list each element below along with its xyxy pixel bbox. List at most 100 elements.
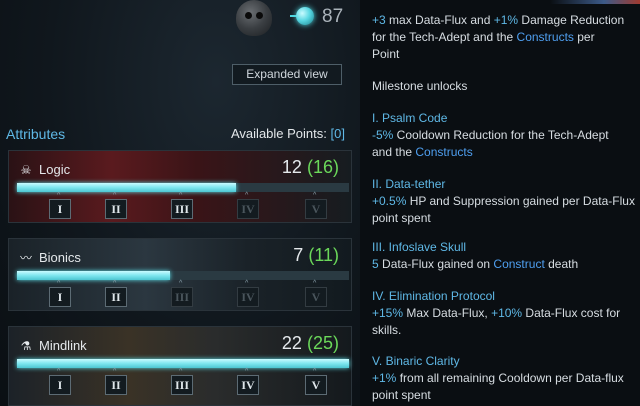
tier-5-button[interactable]: V: [305, 375, 327, 395]
attribute-base-value: 22: [281, 333, 302, 353]
pulse-icon: 〰: [19, 251, 32, 265]
tier-marker-icon: ^: [113, 192, 117, 199]
constructs-link[interactable]: Constructs: [517, 30, 574, 44]
milestone-heading: Milestone unlocks: [372, 79, 468, 93]
detail-text: Max Data-Flux,: [403, 306, 492, 320]
attributes-heading: Attributes: [6, 126, 66, 142]
attribute-carets: ^ ^ ^ ^ ^: [9, 368, 353, 375]
detail-line: +15% Max Data-Flux, +10% Data-Flux cost …: [372, 305, 640, 322]
skull-eye: [245, 12, 252, 19]
attribute-name: Bionics: [39, 250, 81, 265]
attribute-name: Logic: [39, 162, 71, 177]
tier-marker-icon: ^: [57, 192, 61, 199]
detail-value: +1%: [372, 371, 397, 385]
detail-value: +15%: [372, 306, 404, 320]
detail-text: Cooldown Reduction for the Tech-Adept: [393, 128, 609, 142]
tier-4-button[interactable]: IV: [237, 375, 259, 395]
attribute-value: 22 (25): [281, 333, 339, 353]
tier-3-button[interactable]: III: [171, 287, 193, 307]
detail-value: +1%: [493, 13, 519, 27]
tier-marker-icon: ^: [113, 280, 117, 287]
level-knob-icon: [296, 7, 314, 25]
detail-value: 5: [372, 257, 379, 271]
attribute-value: 7 (11): [293, 245, 339, 265]
attribute-tiers: I II III IV V: [9, 375, 353, 397]
corner-decoration: [550, 0, 640, 4]
tier-3-button[interactable]: III: [171, 375, 193, 395]
attribute-tiers: I II III IV V: [9, 287, 353, 309]
detail-text: Data-Flux cost for: [522, 306, 621, 320]
tier-4-button[interactable]: IV: [237, 199, 259, 219]
tier-5-button[interactable]: V: [305, 287, 327, 307]
available-points: Available Points: [0]: [231, 126, 345, 141]
tier-marker-icon: ^: [179, 368, 183, 375]
skull-eye: [256, 12, 263, 19]
detail-line: Point: [372, 47, 400, 61]
attribute-bonus-value: 11: [314, 245, 333, 265]
attribute-progress-bar: [17, 271, 349, 280]
tier-marker-icon: ^: [313, 192, 317, 199]
detail-line: and the Constructs: [372, 144, 640, 161]
detail-text: Damage Reduction: [518, 13, 625, 27]
attribute-base-value: 12: [281, 157, 302, 177]
attributes-panel: 87 Expanded view Attributes Available Po…: [0, 0, 360, 406]
detail-line: for the Tech-Adept and the Constructs pe…: [372, 29, 640, 46]
skull-portrait-icon: [236, 0, 272, 36]
constructs-link[interactable]: Constructs: [415, 145, 472, 159]
attribute-progress-bar: [17, 183, 349, 192]
attribute-bonus-value: 16: [312, 157, 333, 177]
milestone-title: V. Binaric Clarity: [372, 354, 460, 368]
detail-line: 5 Data-Flux gained on Construct death: [372, 256, 640, 273]
milestone-title: I. Psalm Code: [372, 111, 448, 125]
attribute-progress-bar: [17, 359, 349, 368]
attribute-carets: ^ ^ ^ ^ ^: [9, 280, 353, 287]
tier-3-button[interactable]: III: [171, 199, 193, 219]
level-indicator: [232, 0, 292, 40]
milestone-title: III. Infoslave Skull: [372, 240, 467, 254]
milestone-title: IV. Elimination Protocol: [372, 289, 495, 303]
attribute-progress-fill: [17, 183, 237, 192]
detail-text: max Data-Flux and: [385, 13, 494, 27]
tier-1-button[interactable]: I: [49, 199, 71, 219]
tier-4-button[interactable]: IV: [237, 287, 259, 307]
detail-line: -5% Cooldown Reduction for the Tech-Adep…: [372, 127, 640, 144]
tier-5-button[interactable]: V: [305, 199, 327, 219]
attribute-carets: ^ ^ ^ ^ ^: [9, 192, 353, 199]
tier-marker-icon: ^: [179, 192, 183, 199]
detail-line: +3 max Data-Flux and +1% Damage Reductio…: [372, 12, 640, 29]
attribute-value: 12 (16): [281, 157, 339, 177]
tier-2-button[interactable]: II: [105, 287, 127, 307]
detail-value: +3: [372, 13, 386, 27]
tier-marker-icon: ^: [179, 280, 183, 287]
tier-marker-icon: ^: [113, 368, 117, 375]
tier-marker-icon: ^: [245, 280, 249, 287]
detail-value: +10%: [491, 306, 523, 320]
detail-text: Data-Flux gained on: [378, 257, 494, 271]
construct-link[interactable]: Construct: [493, 257, 544, 271]
detail-line: point spent: [372, 388, 431, 402]
attribute-name: Mindlink: [39, 338, 87, 353]
level-value: 87: [322, 6, 344, 27]
detail-text: for the Tech-Adept and the: [372, 30, 517, 44]
detail-line: +1% from all remaining Cooldown per Data…: [372, 370, 640, 387]
vial-icon: ⚗: [20, 339, 32, 353]
tier-2-button[interactable]: II: [105, 375, 127, 395]
attribute-card-mindlink[interactable]: ⚗ Mindlink 22 (25) ^ ^ ^ ^ ^ I II III IV V: [8, 326, 352, 406]
attribute-details-panel: +3 max Data-Flux and +1% Damage Reductio…: [360, 0, 640, 406]
attribute-card-bionics[interactable]: 〰 Bionics 7 (11) ^ ^ ^ ^ ^ I II III IV V: [8, 238, 352, 311]
tier-1-button[interactable]: I: [49, 287, 71, 307]
detail-text: from all remaining Cooldown per Data-flu…: [396, 371, 624, 385]
expanded-view-button[interactable]: Expanded view: [232, 64, 342, 85]
tier-marker-icon: ^: [313, 280, 317, 287]
tier-marker-icon: ^: [57, 280, 61, 287]
tier-1-button[interactable]: I: [49, 375, 71, 395]
skull-icon: ☠: [20, 163, 32, 177]
attribute-base-value: 7: [293, 245, 304, 265]
available-points-close: ]: [341, 126, 345, 141]
attribute-card-logic[interactable]: ☠ Logic 12 (16) ^ ^ ^ ^ ^ I II III IV V: [8, 150, 352, 223]
detail-value: +0.5%: [372, 194, 407, 208]
tier-2-button[interactable]: II: [105, 199, 127, 219]
attribute-bonus-value: 25: [312, 333, 333, 353]
detail-line: +0.5% HP and Suppression gained per Data…: [372, 193, 640, 210]
milestone-title: II. Data-tether: [372, 177, 446, 191]
